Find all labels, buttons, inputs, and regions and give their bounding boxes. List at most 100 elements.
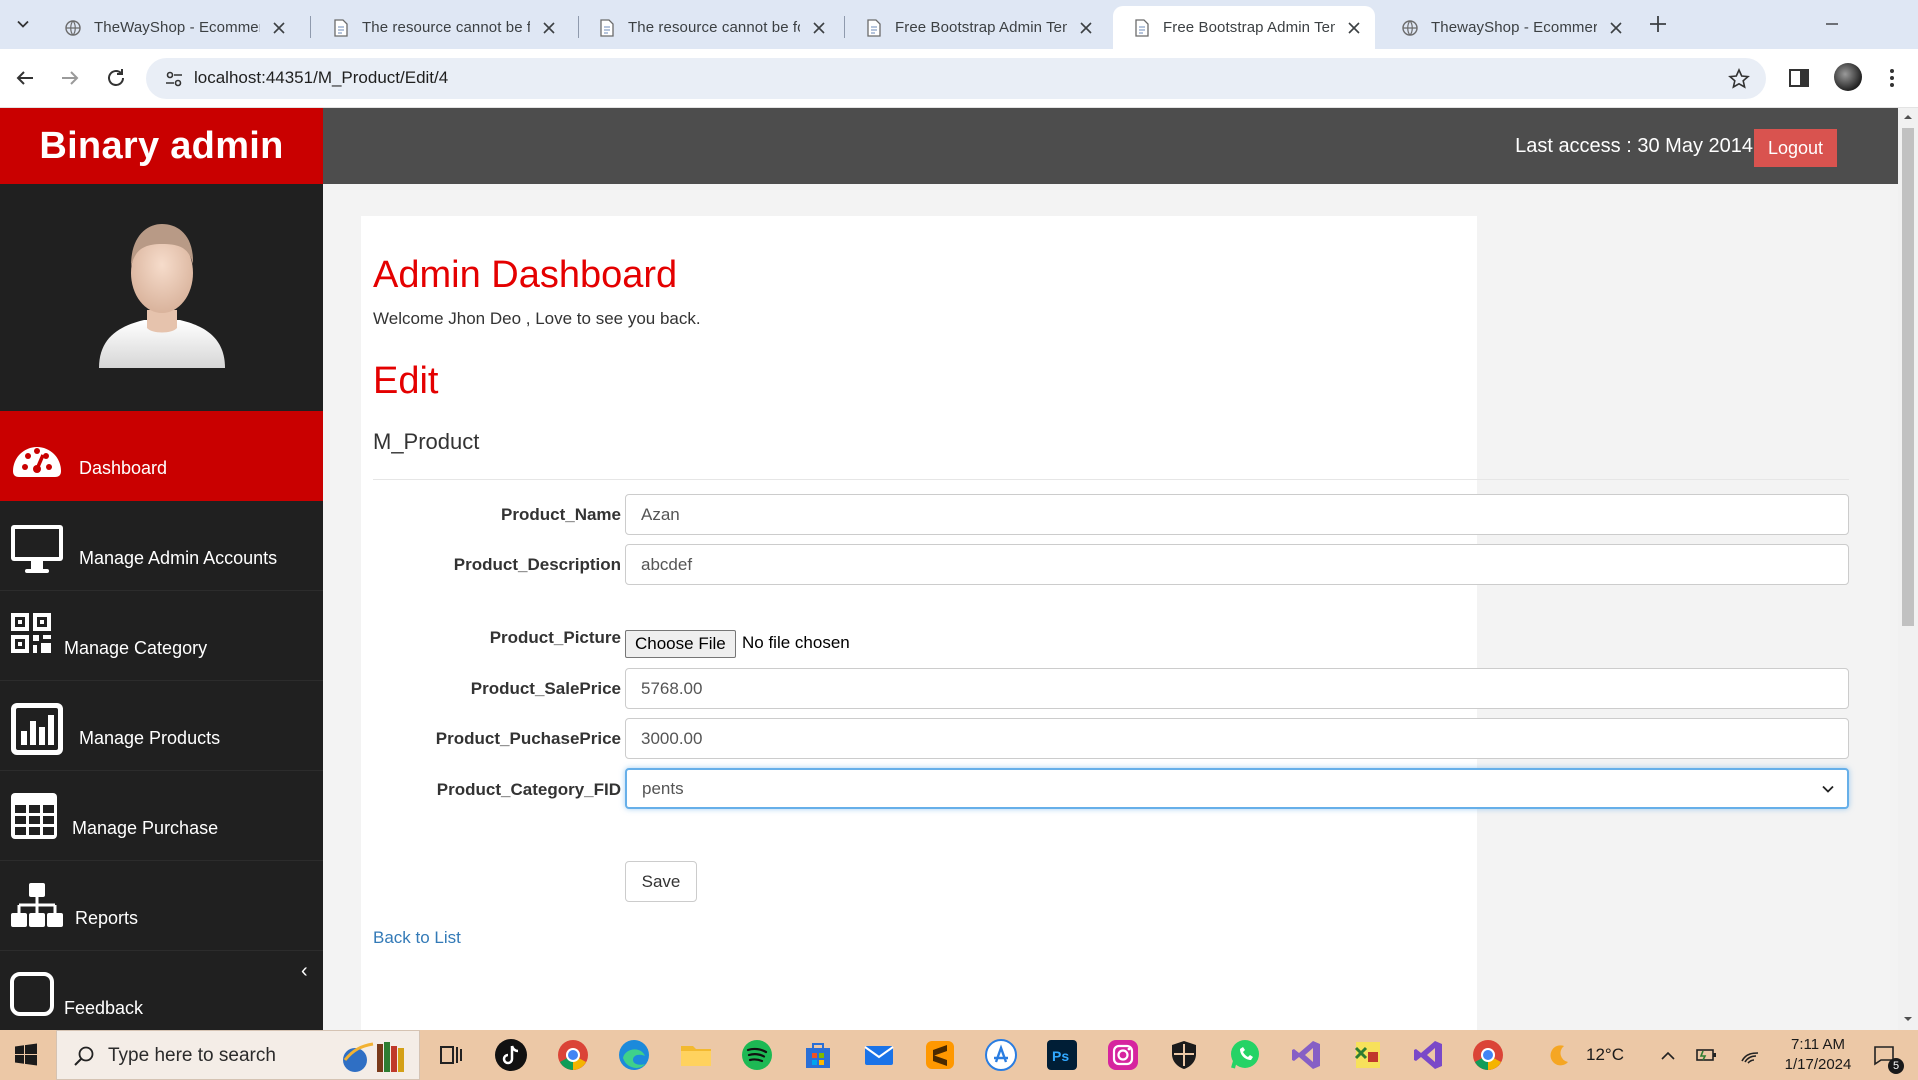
search-placeholder: Type here to search: [108, 1045, 276, 1066]
instagram-icon[interactable]: [1106, 1038, 1140, 1072]
browser-tab[interactable]: ThewayShop - Ecommerce: [1381, 6, 1637, 49]
browser-tab[interactable]: TheWayShop - Ecommerce: [44, 6, 300, 49]
sidebar-item-manage-category[interactable]: Manage Category: [0, 591, 323, 681]
photoshop-icon[interactable]: Ps: [1045, 1038, 1079, 1072]
battery-icon[interactable]: [1696, 1045, 1718, 1065]
forward-arrow-icon[interactable]: [58, 66, 82, 90]
profile-avatar[interactable]: [1834, 63, 1862, 91]
scroll-down-icon[interactable]: [1903, 1014, 1913, 1024]
brand-logo[interactable]: Binary admin: [0, 108, 323, 184]
sidebar-item-reports[interactable]: Reports: [0, 861, 323, 951]
back-arrow-icon[interactable]: [13, 66, 37, 90]
address-bar[interactable]: localhost:44351/M_Product/Edit/4: [146, 58, 1766, 99]
page-viewport: Binary admin Last access : 30 May 2014 L…: [0, 108, 1898, 1030]
sublime-text-icon[interactable]: [923, 1038, 957, 1072]
kebab-menu-icon[interactable]: [1880, 66, 1904, 90]
tab-title: ThewayShop - Ecommerce: [1431, 19, 1597, 36]
taskbar-clock[interactable]: 7:11 AM 1/17/2024: [1776, 1035, 1860, 1075]
task-view-icon[interactable]: [433, 1038, 467, 1072]
search-highlight-art: [343, 1042, 404, 1072]
file-status-text: No file chosen: [742, 633, 850, 652]
field-label-product-picture: Product_Picture: [489, 628, 621, 647]
tiktok-icon[interactable]: [494, 1038, 528, 1072]
page-scrollbar[interactable]: [1898, 108, 1918, 1030]
scroll-up-icon[interactable]: [1903, 112, 1913, 122]
tab-search-button[interactable]: [10, 11, 36, 37]
sidebar-item-label: Manage Category: [64, 638, 208, 658]
close-icon[interactable]: [1607, 19, 1625, 37]
browser-tab[interactable]: The resource cannot be fou: [578, 6, 840, 49]
whatsapp-icon[interactable]: [1228, 1038, 1262, 1072]
chrome-icon[interactable]: [556, 1038, 590, 1072]
tab-title: Free Bootstrap Admin Tem: [895, 19, 1067, 36]
close-icon[interactable]: [1345, 19, 1363, 37]
chevron-left-icon[interactable]: ‹: [301, 960, 308, 983]
visual-studio-2-icon[interactable]: [1411, 1038, 1445, 1072]
sidebar-item-label: Manage Admin Accounts: [79, 548, 278, 568]
logout-button[interactable]: Logout: [1754, 129, 1837, 167]
sidebar-item-manage-purchase[interactable]: Manage Purchase: [0, 771, 323, 861]
close-icon[interactable]: [810, 19, 828, 37]
side-panel-icon[interactable]: [1787, 66, 1811, 90]
browser-tab-active[interactable]: Free Bootstrap Admin Tem: [1113, 6, 1375, 49]
scroll-thumb[interactable]: [1902, 128, 1914, 626]
last-access-text: Last access : 30 May 2014: [1515, 135, 1753, 157]
edge-icon[interactable]: [617, 1038, 651, 1072]
browser-tab[interactable]: Free Bootstrap Admin Tem: [845, 6, 1107, 49]
security-shield-icon[interactable]: [1167, 1038, 1201, 1072]
new-tab-icon[interactable]: [1647, 13, 1669, 35]
field-label-product-puchaseprice: Product_PuchasePrice: [435, 729, 621, 748]
chevron-down-icon: [17, 20, 29, 28]
browser-tab-strip: TheWayShop - Ecommerce The resource cann…: [0, 0, 1918, 49]
field-label-product-description: Product_Description: [453, 555, 621, 574]
save-button[interactable]: Save: [625, 861, 697, 902]
page-title: Admin Dashboard: [373, 254, 678, 296]
product-saleprice-input[interactable]: 5768.00: [625, 668, 1849, 709]
file-explorer-icon[interactable]: [679, 1038, 713, 1072]
sidebar-item-manage-products[interactable]: Manage Products: [0, 681, 323, 771]
wifi-icon[interactable]: [1740, 1045, 1760, 1065]
choose-file-button[interactable]: Choose File: [625, 630, 736, 658]
sidebar-item-label: Feedback: [64, 998, 144, 1018]
site-settings-icon[interactable]: [164, 69, 184, 89]
mail-icon[interactable]: [862, 1038, 896, 1072]
user-avatar-area: [0, 184, 323, 411]
browser-tab[interactable]: The resource cannot be fou: [312, 6, 570, 49]
close-icon[interactable]: [270, 19, 288, 37]
page-icon: [867, 18, 881, 37]
reload-icon[interactable]: [104, 66, 128, 90]
sidebar-item-label: Manage Purchase: [72, 818, 219, 838]
moon-weather-icon[interactable]: [1546, 1042, 1572, 1068]
visual-studio-icon[interactable]: [1289, 1038, 1323, 1072]
product-description-input[interactable]: abcdef: [625, 544, 1849, 585]
globe-icon: [65, 19, 81, 36]
sidebar-item-dashboard[interactable]: Dashboard: [0, 411, 323, 501]
chevron-up-icon[interactable]: [1660, 1048, 1676, 1064]
bar-chart-icon: [11, 703, 63, 755]
minimize-icon[interactable]: [1822, 14, 1842, 34]
main-panel: Admin Dashboard Welcome Jhon Deo , Love …: [361, 216, 1849, 1030]
product-puchaseprice-input[interactable]: 3000.00: [625, 718, 1849, 759]
sidebar-item-manage-admin-accounts[interactable]: Manage Admin Accounts: [0, 501, 323, 591]
app-store-icon[interactable]: [984, 1038, 1018, 1072]
windows-start-icon[interactable]: [14, 1043, 38, 1067]
dashboard-icon: [13, 447, 61, 477]
model-heading: M_Product: [373, 429, 480, 454]
clock-date: 1/17/2024: [1784, 1056, 1852, 1073]
spotify-icon[interactable]: [740, 1038, 774, 1072]
sidebar-item-feedback[interactable]: Feedback: [0, 951, 323, 1030]
visio-icon[interactable]: [1350, 1038, 1384, 1072]
close-icon[interactable]: [540, 19, 558, 37]
chrome-active-icon[interactable]: [1467, 1038, 1509, 1072]
weather-temp[interactable]: 12°C: [1586, 1030, 1624, 1080]
product-name-input[interactable]: Azan: [625, 494, 1849, 535]
page-icon: [334, 18, 348, 37]
close-icon[interactable]: [1077, 19, 1095, 37]
sidebar-item-label: Reports: [75, 908, 139, 928]
browser-toolbar: localhost:44351/M_Product/Edit/4: [0, 49, 1918, 108]
bookmark-star-icon[interactable]: [1728, 68, 1750, 90]
product-category-select[interactable]: pents: [625, 768, 1849, 809]
microsoft-store-icon[interactable]: [801, 1038, 835, 1072]
back-to-list-link[interactable]: Back to List: [373, 928, 461, 948]
taskbar-search[interactable]: Type here to search: [56, 1030, 420, 1080]
